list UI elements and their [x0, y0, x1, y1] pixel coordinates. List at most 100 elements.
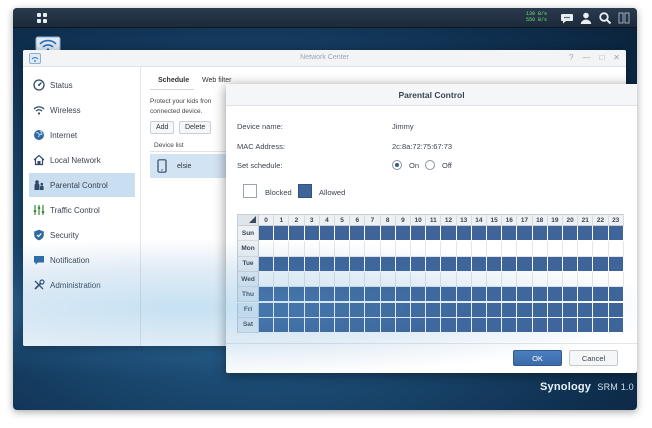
- schedule-cell[interactable]: [350, 287, 366, 303]
- schedule-cell[interactable]: [471, 241, 487, 257]
- schedule-cell[interactable]: [411, 226, 427, 242]
- schedule-cell[interactable]: [547, 241, 563, 257]
- schedule-cell[interactable]: [259, 271, 275, 288]
- hour-header[interactable]: 19: [547, 214, 563, 226]
- schedule-cell[interactable]: [547, 317, 563, 334]
- hour-header[interactable]: 0: [259, 214, 275, 226]
- schedule-cell[interactable]: [365, 256, 381, 272]
- hour-header[interactable]: 15: [487, 214, 503, 226]
- schedule-cell[interactable]: [563, 226, 579, 242]
- schedule-cell[interactable]: [487, 256, 503, 272]
- day-header[interactable]: Fri: [237, 302, 259, 318]
- hour-header[interactable]: 2: [289, 214, 305, 226]
- sidebar-item-security[interactable]: Security: [29, 223, 135, 247]
- hour-header[interactable]: 9: [395, 214, 411, 226]
- schedule-cell[interactable]: [532, 287, 548, 303]
- schedule-cell[interactable]: [319, 226, 335, 242]
- schedule-cell[interactable]: [593, 226, 609, 242]
- schedule-cell[interactable]: [259, 256, 275, 272]
- schedule-cell[interactable]: [547, 256, 563, 272]
- main-menu-button[interactable]: [33, 10, 51, 26]
- schedule-cell[interactable]: [593, 256, 609, 272]
- schedule-cell[interactable]: [456, 226, 472, 242]
- schedule-cell[interactable]: [441, 241, 457, 257]
- add-button[interactable]: Add: [150, 121, 175, 134]
- day-header[interactable]: Sun: [237, 226, 259, 242]
- hour-header[interactable]: 8: [380, 214, 396, 226]
- schedule-cell[interactable]: [502, 226, 518, 242]
- network-center-titlebar[interactable]: Network Center ? — □ ✕: [23, 50, 626, 67]
- schedule-cell[interactable]: [502, 287, 518, 303]
- hour-header[interactable]: 21: [578, 214, 594, 226]
- schedule-cell[interactable]: [532, 271, 548, 288]
- schedule-cell[interactable]: [578, 317, 594, 334]
- schedule-cell[interactable]: [380, 317, 396, 334]
- schedule-cell[interactable]: [578, 271, 594, 288]
- close-icon[interactable]: ✕: [613, 53, 620, 62]
- schedule-cell[interactable]: [259, 302, 275, 318]
- hour-header[interactable]: 12: [441, 214, 457, 226]
- schedule-cell[interactable]: [289, 226, 305, 242]
- schedule-cell[interactable]: [289, 287, 305, 303]
- ok-button[interactable]: OK: [513, 350, 562, 366]
- schedule-cell[interactable]: [608, 287, 624, 303]
- schedule-cell[interactable]: [563, 287, 579, 303]
- sidebar-item-administration[interactable]: Administration: [29, 273, 135, 297]
- schedule-cell[interactable]: [365, 271, 381, 288]
- schedule-cell[interactable]: [304, 256, 320, 272]
- day-header[interactable]: Tue: [237, 256, 259, 272]
- schedule-cell[interactable]: [259, 317, 275, 334]
- schedule-cell[interactable]: [274, 317, 290, 334]
- schedule-cell[interactable]: [335, 287, 351, 303]
- schedule-cell[interactable]: [365, 226, 381, 242]
- schedule-cell[interactable]: [319, 287, 335, 303]
- schedule-cell[interactable]: [259, 287, 275, 303]
- maximize-icon[interactable]: □: [599, 53, 604, 62]
- schedule-cell[interactable]: [411, 317, 427, 334]
- schedule-cell[interactable]: [578, 302, 594, 318]
- schedule-cell[interactable]: [335, 226, 351, 242]
- schedule-cell[interactable]: [471, 302, 487, 318]
- schedule-cell[interactable]: [365, 302, 381, 318]
- schedule-cell[interactable]: [593, 317, 609, 334]
- schedule-cell[interactable]: [411, 241, 427, 257]
- schedule-cell[interactable]: [274, 302, 290, 318]
- schedule-cell[interactable]: [563, 317, 579, 334]
- schedule-cell[interactable]: [380, 302, 396, 318]
- schedule-cell[interactable]: [441, 302, 457, 318]
- schedule-cell[interactable]: [335, 317, 351, 334]
- schedule-cell[interactable]: [274, 226, 290, 242]
- schedule-cell[interactable]: [502, 317, 518, 334]
- schedule-cell[interactable]: [532, 256, 548, 272]
- schedule-cell[interactable]: [547, 226, 563, 242]
- schedule-cell[interactable]: [274, 256, 290, 272]
- schedule-cell[interactable]: [335, 256, 351, 272]
- schedule-cell[interactable]: [304, 302, 320, 318]
- hour-header[interactable]: 23: [608, 214, 624, 226]
- minimize-icon[interactable]: —: [582, 53, 590, 62]
- schedule-cell[interactable]: [426, 271, 442, 288]
- schedule-cell[interactable]: [411, 256, 427, 272]
- schedule-cell[interactable]: [426, 287, 442, 303]
- schedule-cell[interactable]: [608, 256, 624, 272]
- schedule-cell[interactable]: [380, 226, 396, 242]
- chat-icon[interactable]: [560, 11, 574, 25]
- schedule-cell[interactable]: [471, 226, 487, 242]
- schedule-cell[interactable]: [593, 287, 609, 303]
- sidebar-item-status[interactable]: Status: [29, 73, 135, 97]
- schedule-cell[interactable]: [395, 241, 411, 257]
- schedule-cell[interactable]: [608, 241, 624, 257]
- sidebar-item-local-network[interactable]: Local Network: [29, 148, 135, 172]
- schedule-cell[interactable]: [456, 271, 472, 288]
- schedule-cell[interactable]: [335, 241, 351, 257]
- schedule-cell[interactable]: [395, 302, 411, 318]
- schedule-cell[interactable]: [532, 302, 548, 318]
- schedule-cell[interactable]: [441, 271, 457, 288]
- sidebar-item-wireless[interactable]: Wireless: [29, 98, 135, 122]
- cancel-button[interactable]: Cancel: [569, 350, 618, 366]
- schedule-cell[interactable]: [471, 271, 487, 288]
- schedule-cell[interactable]: [441, 226, 457, 242]
- tab-web-filter[interactable]: Web filter: [202, 77, 231, 84]
- schedule-cell[interactable]: [289, 256, 305, 272]
- day-header[interactable]: Thu: [237, 287, 259, 303]
